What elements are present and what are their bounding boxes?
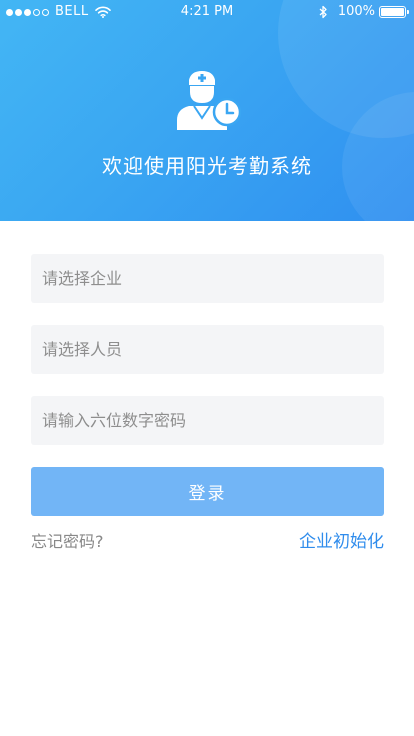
header-banner: BELL 4:21 PM 100% 欢迎使用阳光考勤系统 — [0, 0, 414, 221]
status-bar: BELL 4:21 PM 100% — [0, 0, 414, 24]
password-field[interactable] — [31, 396, 384, 445]
password-input[interactable] — [42, 396, 384, 445]
battery-icon — [379, 6, 409, 18]
bluetooth-icon — [319, 5, 327, 19]
company-input[interactable] — [42, 254, 384, 303]
battery-percent: 100% — [337, 4, 375, 19]
status-right: 100% — [319, 4, 409, 20]
person-input[interactable] — [42, 325, 384, 374]
company-init-link[interactable]: 企业初始化 — [299, 530, 384, 554]
app-title: 欢迎使用阳光考勤系统 — [102, 154, 312, 178]
login-screen: BELL 4:21 PM 100% 欢迎使用阳光考勤系统 请选择企业 请选择人员… — [0, 0, 414, 736]
forgot-password-link[interactable]: 忘记密码? — [31, 531, 104, 553]
doctor-clock-icon — [177, 71, 242, 130]
person-select[interactable] — [31, 325, 384, 374]
company-select[interactable] — [31, 254, 384, 303]
login-button[interactable]: 登录 — [31, 467, 384, 516]
